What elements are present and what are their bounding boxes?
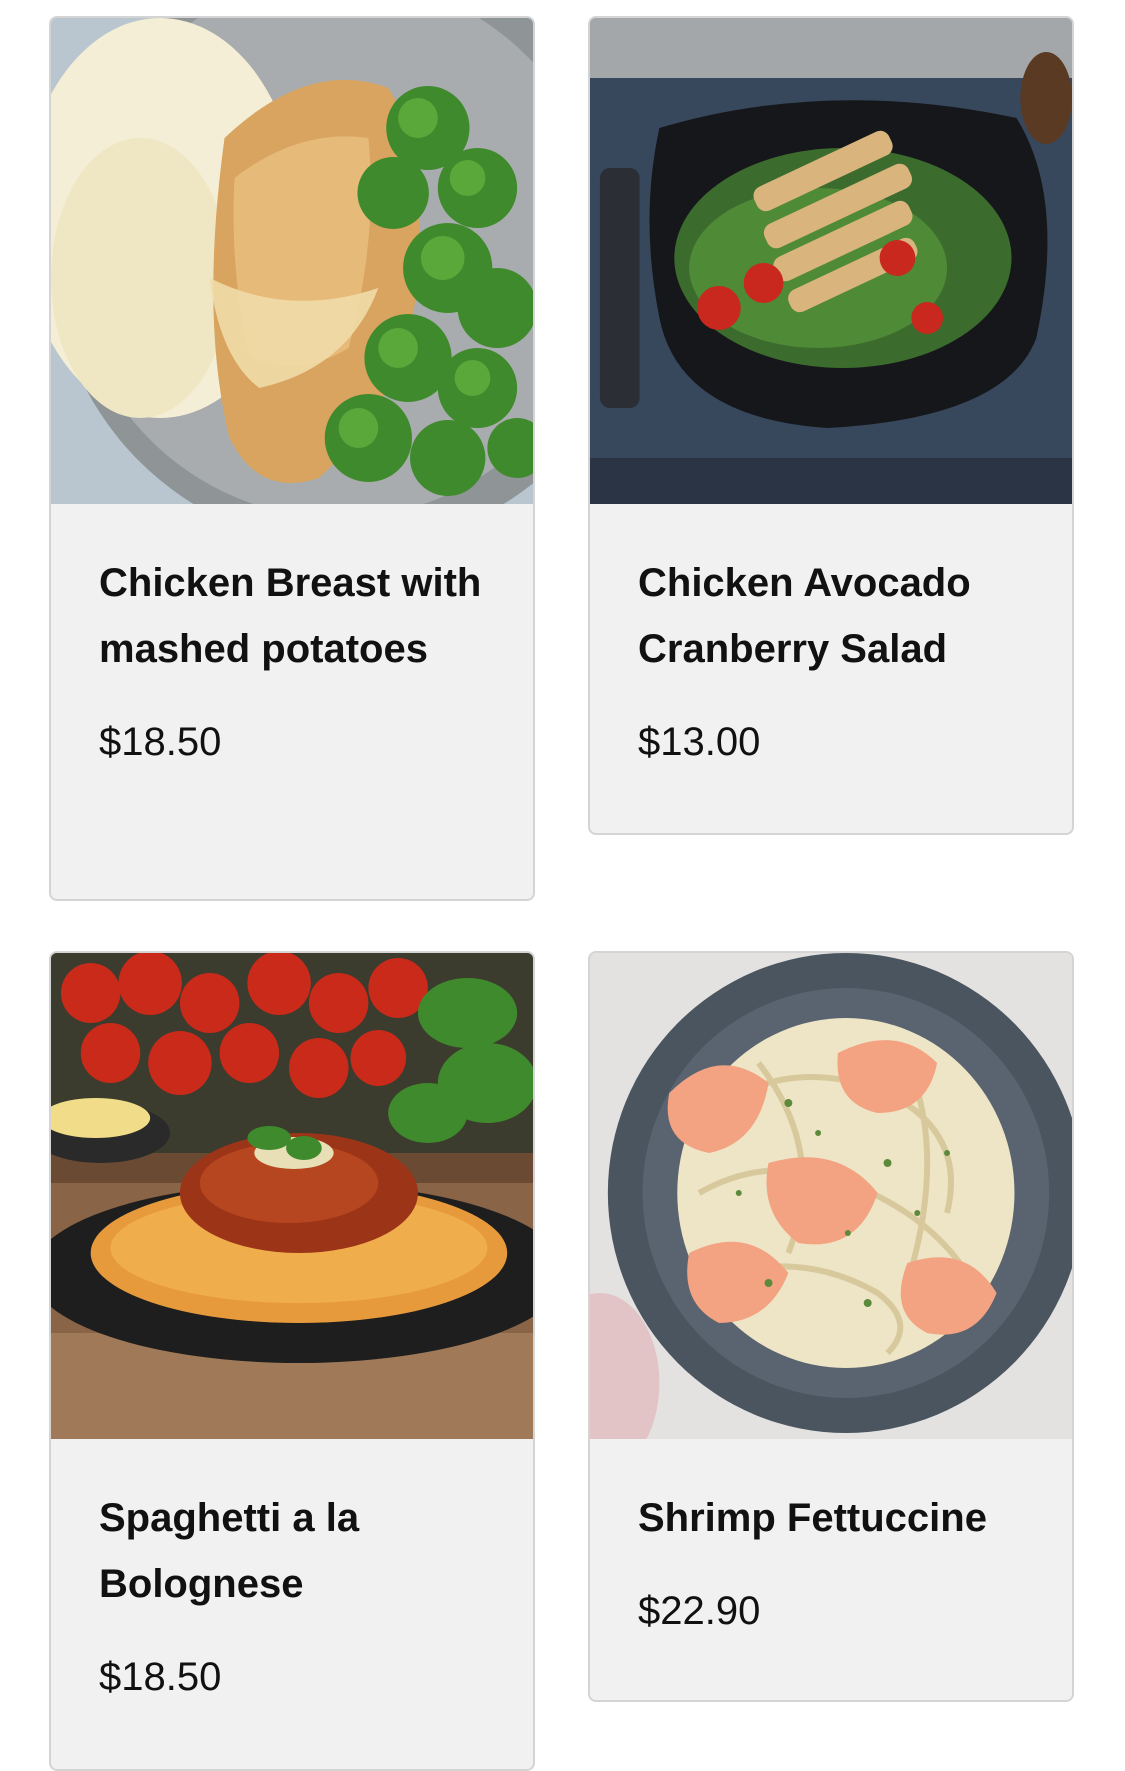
menu-item-card[interactable]: Chicken Breast with mashed potatoes $18.… <box>49 16 535 901</box>
menu-item-info: Chicken Breast with mashed potatoes $18.… <box>51 504 533 766</box>
menu-item-name: Chicken Avocado Cranberry Salad <box>638 561 971 671</box>
menu-item-info: Shrimp Fettuccine $22.90 <box>590 1439 1072 1635</box>
menu-item-price: $22.90 <box>638 1589 761 1633</box>
menu-item-price: $18.50 <box>99 720 222 764</box>
menu-grid: Chicken Breast with mashed potatoes $18.… <box>0 0 1125 1771</box>
menu-item-card[interactable]: Chicken Avocado Cranberry Salad $13.00 <box>588 16 1074 835</box>
menu-item-card[interactable]: Spaghetti a la Bolognese $18.50 <box>49 951 535 1771</box>
menu-item-price: $18.50 <box>99 1655 222 1699</box>
menu-item-info: Spaghetti a la Bolognese $18.50 <box>51 1439 533 1701</box>
chicken-breast-plate-photo <box>51 18 533 504</box>
menu-item-name: Chicken Breast with mashed potatoes <box>99 561 482 671</box>
spaghetti-bolognese-photo <box>51 953 533 1439</box>
menu-item-name: Spaghetti a la Bolognese <box>99 1496 360 1606</box>
menu-item-info: Chicken Avocado Cranberry Salad $13.00 <box>590 504 1072 766</box>
menu-item-name: Shrimp Fettuccine <box>638 1496 987 1540</box>
menu-item-card[interactable]: Shrimp Fettuccine $22.90 <box>588 951 1074 1702</box>
chicken-salad-photo <box>590 18 1072 504</box>
shrimp-fettuccine-photo <box>590 953 1072 1439</box>
menu-item-price: $13.00 <box>638 720 761 764</box>
